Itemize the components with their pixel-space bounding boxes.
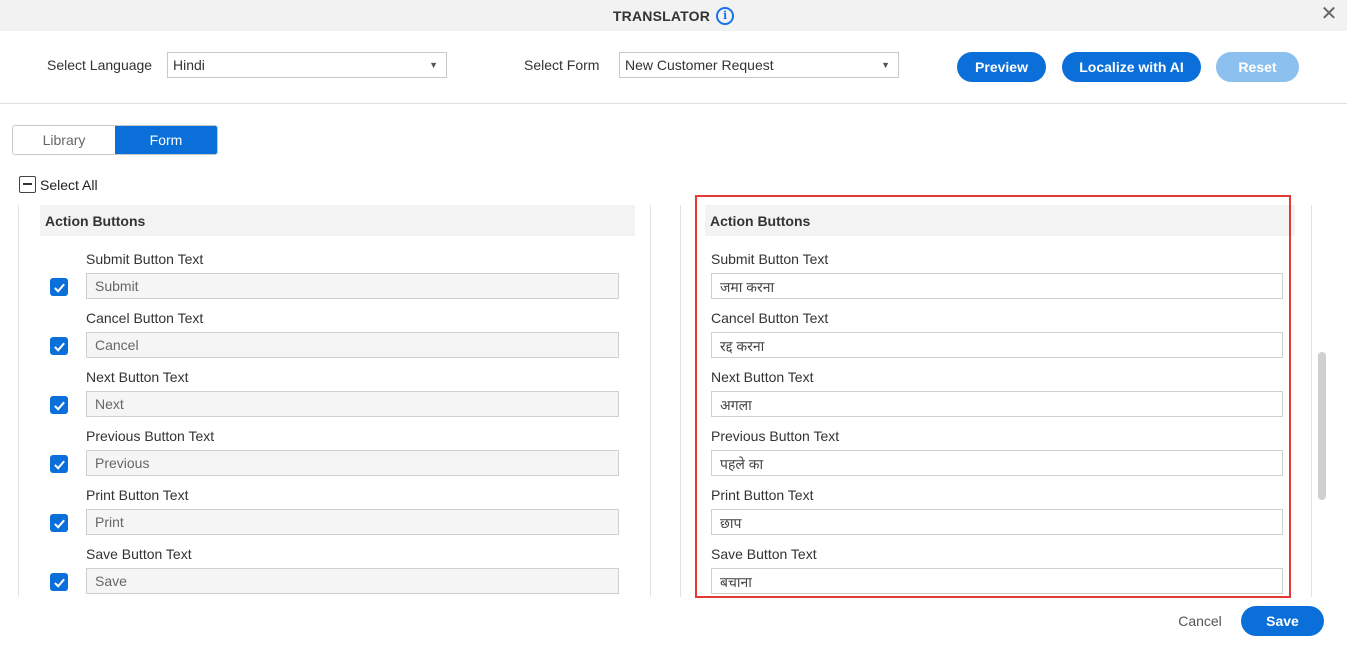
target-cancel-field[interactable]: रद्द करना <box>711 332 1283 358</box>
right-panel-border <box>1311 205 1312 597</box>
target-field-label: Next Button Text <box>711 369 814 385</box>
preview-button[interactable]: Preview <box>957 52 1046 82</box>
chevron-down-icon: ▼ <box>429 60 438 70</box>
checkmark-icon <box>53 578 65 588</box>
select-all-label: Select All <box>40 176 98 193</box>
close-icon[interactable]: ✕ <box>1319 4 1339 24</box>
next-text-checkbox[interactable] <box>50 396 68 414</box>
cancel-text-checkbox[interactable] <box>50 337 68 355</box>
source-print-field[interactable]: Print <box>86 509 619 535</box>
previous-text-checkbox[interactable] <box>50 455 68 473</box>
select-all-checkbox[interactable]: Select All <box>19 176 98 193</box>
dialog-title: TRANSLATOR <box>612 7 711 24</box>
form-select[interactable]: New Customer Request ▼ <box>619 52 899 78</box>
toolbar: Select Language Hindi ▼ Select Form New … <box>0 31 1347 104</box>
source-field-label: Submit Button Text <box>86 251 204 267</box>
target-save-field[interactable]: बचाना <box>711 568 1283 594</box>
checkmark-icon <box>53 283 65 293</box>
reset-button[interactable]: Reset <box>1216 52 1299 82</box>
source-cancel-field[interactable]: Cancel <box>86 332 619 358</box>
source-next-field[interactable]: Next <box>86 391 619 417</box>
source-submit-field[interactable]: Submit <box>86 273 619 299</box>
tab-bar: Library Form <box>12 125 218 155</box>
target-field-label: Print Button Text <box>711 487 814 503</box>
panel-divider <box>650 205 651 597</box>
cancel-button[interactable]: Cancel <box>1170 607 1230 635</box>
tab-library[interactable]: Library <box>13 126 115 154</box>
target-field-label: Save Button Text <box>711 546 817 562</box>
source-field-label: Cancel Button Text <box>86 310 204 326</box>
save-button[interactable]: Save <box>1241 606 1324 636</box>
target-previous-field[interactable]: पहले का <box>711 450 1283 476</box>
submit-text-checkbox[interactable] <box>50 278 68 296</box>
source-save-field[interactable]: Save <box>86 568 619 594</box>
print-text-checkbox[interactable] <box>50 514 68 532</box>
source-field-label: Next Button Text <box>86 369 189 385</box>
source-section-header: Action Buttons <box>40 205 635 236</box>
language-select[interactable]: Hindi ▼ <box>167 52 447 78</box>
chevron-down-icon: ▼ <box>881 60 890 70</box>
tab-form[interactable]: Form <box>115 126 217 154</box>
target-submit-field[interactable]: जमा करना <box>711 273 1283 299</box>
language-select-value: Hindi <box>173 57 205 73</box>
scrollbar-thumb[interactable] <box>1318 352 1326 500</box>
checkmark-icon <box>53 401 65 411</box>
target-field-label: Cancel Button Text <box>711 310 829 326</box>
source-field-label: Save Button Text <box>86 546 192 562</box>
target-field-label: Previous Button Text <box>711 428 840 444</box>
checkmark-icon <box>53 342 65 352</box>
target-print-field[interactable]: छाप <box>711 509 1283 535</box>
source-field-label: Print Button Text <box>86 487 189 503</box>
panel-divider-right <box>680 205 681 597</box>
left-panel-border <box>18 205 19 597</box>
target-section-header: Action Buttons <box>705 205 1295 236</box>
source-previous-field[interactable]: Previous <box>86 450 619 476</box>
form-select-value: New Customer Request <box>625 57 774 73</box>
source-field-label: Previous Button Text <box>86 428 215 444</box>
title-bar: TRANSLATOR i ✕ <box>0 0 1347 31</box>
target-next-field[interactable]: अगला <box>711 391 1283 417</box>
checkmark-icon <box>53 519 65 529</box>
select-language-label: Select Language <box>47 57 153 73</box>
indeterminate-checkbox-icon <box>19 176 36 193</box>
checkmark-icon <box>53 460 65 470</box>
save-text-checkbox[interactable] <box>50 573 68 591</box>
select-form-label: Select Form <box>524 57 600 73</box>
target-field-label: Submit Button Text <box>711 251 829 267</box>
localize-with-ai-button[interactable]: Localize with AI <box>1062 52 1201 82</box>
info-icon[interactable]: i <box>716 6 735 25</box>
